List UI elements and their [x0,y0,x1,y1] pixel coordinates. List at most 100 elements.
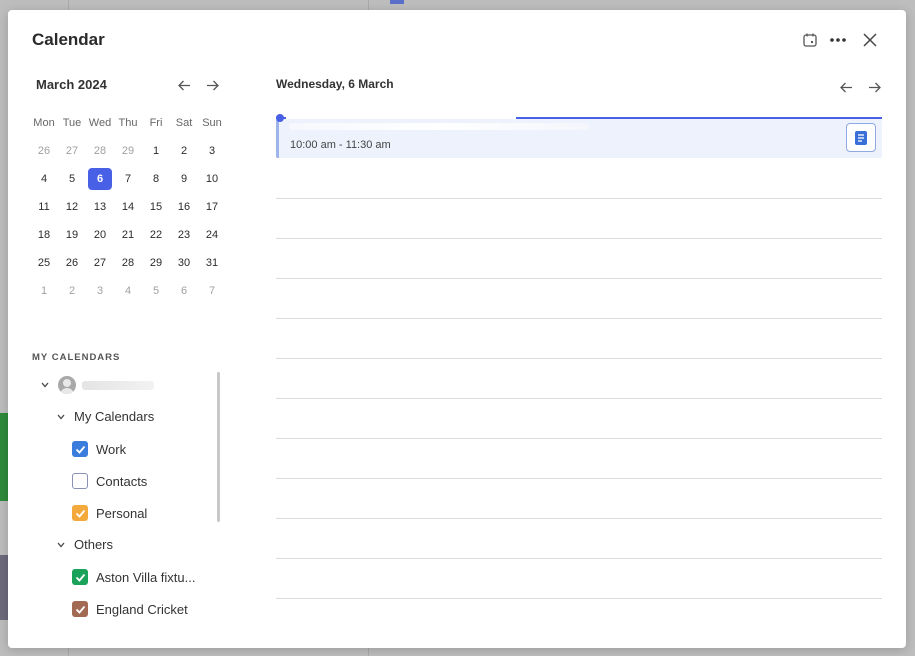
calendar-day[interactable]: 2 [170,140,198,162]
calendar-day[interactable]: 19 [58,224,86,246]
calendar-day[interactable]: 14 [114,196,142,218]
calendar-item-aston-villa[interactable]: Aston Villa fixtu... [72,569,195,585]
calendar-day[interactable]: 13 [86,196,114,218]
chevron-down-icon[interactable] [56,412,66,422]
calendar-day-selected[interactable]: 6 [88,168,112,190]
event-title-redacted [289,123,589,130]
calendar-day[interactable]: 31 [198,252,226,274]
calendar-day[interactable]: 26 [58,252,86,274]
checkbox-checked[interactable] [72,601,88,617]
account-name-redacted [82,380,154,390]
calendar-item-contacts[interactable]: Contacts [72,473,147,489]
hour-line [276,358,882,359]
calendar-day[interactable]: 24 [198,224,226,246]
calendar-today-icon[interactable] [799,29,821,51]
calendar-day[interactable]: 29 [114,140,142,162]
chevron-down-icon[interactable] [56,540,66,550]
calendar-day[interactable]: 26 [30,140,58,162]
hour-line [276,598,882,599]
calendar-day[interactable]: 16 [170,196,198,218]
chevron-down-icon[interactable] [40,380,50,390]
calendar-item-england-cricket[interactable]: England Cricket [72,601,188,617]
mini-calendar-grid: Mon Tue Wed Thu Fri Sat Sun 26 27 28 29 … [30,112,226,302]
calendar-day[interactable]: 25 [30,252,58,274]
prev-month-arrow-icon[interactable] [175,76,193,94]
next-day-arrow-icon[interactable] [865,78,883,96]
calendar-list-scrollbar[interactable] [217,372,220,522]
calendar-day[interactable]: 4 [30,168,58,190]
modal-title: Calendar [32,30,105,49]
calendar-day[interactable]: 3 [86,280,114,302]
account-row[interactable] [40,376,154,394]
calendar-day[interactable]: 27 [58,140,86,162]
close-icon[interactable] [859,29,881,51]
next-month-arrow-icon[interactable] [203,76,221,94]
hour-line [276,518,882,519]
weekday-label: Thu [118,117,138,129]
calendar-item-work[interactable]: Work [72,441,126,457]
calendar-day[interactable]: 28 [114,252,142,274]
hour-line [276,478,882,479]
calendar-day[interactable]: 23 [170,224,198,246]
note-icon[interactable] [846,123,876,152]
calendar-modal: Calendar March 2024 Mon Tue Wed Thu Fri … [8,10,906,648]
hour-line [276,198,882,199]
hour-line [276,318,882,319]
calendar-day[interactable]: 2 [58,280,86,302]
group-my-calendars[interactable]: My Calendars [56,409,154,424]
calendar-day[interactable]: 5 [58,168,86,190]
calendar-day[interactable]: 12 [58,196,86,218]
checkbox-unchecked[interactable] [72,473,88,489]
calendar-day[interactable]: 27 [86,252,114,274]
event-time: 10:00 am - 11:30 am [290,139,391,151]
hour-line [276,438,882,439]
calendar-day[interactable]: 18 [30,224,58,246]
calendar-day[interactable]: 6 [170,280,198,302]
calendar-day[interactable]: 3 [198,140,226,162]
calendar-item-personal[interactable]: Personal [72,505,147,521]
checkbox-checked[interactable] [72,569,88,585]
calendar-item-label: Aston Villa fixtu... [96,569,196,585]
weekday-label: Fri [149,117,163,129]
calendar-day[interactable]: 28 [86,140,114,162]
calendar-item-label: Personal [96,505,148,521]
calendar-day[interactable]: 5 [142,280,170,302]
timeline-redaction [286,114,516,119]
calendar-day[interactable]: 7 [114,168,142,190]
hour-line [276,398,882,399]
background-image [0,555,8,620]
calendar-day[interactable]: 10 [198,168,226,190]
calendar-week: 1 2 3 4 5 6 7 [30,280,226,302]
calendar-day[interactable]: 15 [142,196,170,218]
calendar-day[interactable]: 8 [142,168,170,190]
checkbox-checked[interactable] [72,441,88,457]
calendar-day[interactable]: 17 [198,196,226,218]
hour-line [276,238,882,239]
calendar-day[interactable]: 22 [142,224,170,246]
calendar-event[interactable]: 10:00 am - 11:30 am [276,119,882,158]
calendar-day[interactable]: 9 [170,168,198,190]
calendar-item-label: Work [96,441,127,457]
calendar-day[interactable]: 11 [30,196,58,218]
calendar-week: 18 19 20 21 22 23 24 [30,224,226,246]
current-time-dot [276,114,284,122]
calendar-day[interactable]: 30 [170,252,198,274]
hour-line [276,278,882,279]
hour-line [276,558,882,559]
calendar-day[interactable]: 29 [142,252,170,274]
calendar-item-label: England Cricket [96,601,188,617]
calendar-day[interactable]: 1 [30,280,58,302]
calendar-day[interactable]: 20 [86,224,114,246]
checkbox-checked[interactable] [72,505,88,521]
calendar-week: 11 12 13 14 15 16 17 [30,196,226,218]
calendar-day[interactable]: 7 [198,280,226,302]
calendar-day[interactable]: 1 [142,140,170,162]
calendar-day[interactable]: 4 [114,280,142,302]
group-others[interactable]: Others [56,537,113,552]
calendar-day[interactable]: 21 [114,224,142,246]
calendar-week: 25 26 27 28 29 30 31 [30,252,226,274]
prev-day-arrow-icon[interactable] [837,78,855,96]
more-horizontal-icon[interactable] [827,29,849,51]
mini-calendar-month: March 2024 [36,77,107,92]
day-view-date: Wednesday, 6 March [276,77,394,91]
